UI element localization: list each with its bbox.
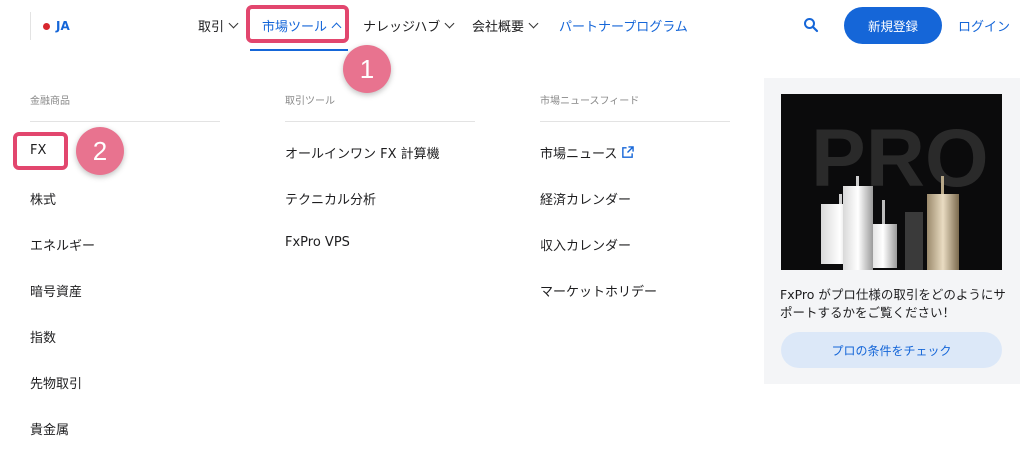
japan-flag-icon <box>43 22 50 30</box>
menu-column-financial-products: 金融商品 <box>30 92 220 122</box>
menu-item-economic-calendar[interactable]: 経済カレンダー <box>540 189 631 208</box>
nav-knowledge-hub[interactable]: ナレッジハブ <box>363 16 455 35</box>
promo-description: FxPro がプロ仕様の取引をどのようにサポートするかをご覧ください！ <box>780 287 1006 320</box>
menu-column-trading-tools: 取引ツール <box>285 92 475 122</box>
column-title: 取引ツール <box>285 92 475 122</box>
menu-item-crypto[interactable]: 暗号資産 <box>30 281 82 300</box>
promo-image: PRO <box>781 94 1002 270</box>
menu-item-stocks[interactable]: 株式 <box>30 189 56 208</box>
menu-item-metals[interactable]: 貴金属 <box>30 419 69 438</box>
menu-item-earnings-calendar[interactable]: 収入カレンダー <box>540 235 631 254</box>
step-badge-2: 2 <box>76 127 124 175</box>
column-title: 金融商品 <box>30 92 220 122</box>
nav-knowledge-hub-label: ナレッジハブ <box>363 20 441 35</box>
nav-partner-program[interactable]: パートナープログラム <box>559 16 688 35</box>
language-label: JA <box>56 19 70 33</box>
nav-company-label: 会社概要 <box>472 20 525 35</box>
active-nav-underline <box>250 49 348 51</box>
nav-trade[interactable]: 取引 <box>198 16 239 35</box>
highlight-box-market-tools <box>246 5 349 43</box>
menu-item-fx[interactable]: FX <box>30 143 46 158</box>
menu-item-technical-analysis[interactable]: テクニカル分析 <box>285 189 376 208</box>
menu-item-vps[interactable]: FxPro VPS <box>285 235 350 250</box>
top-header: JA 取引 市場ツール ナレッジハブ 会社概要 パートナープログラム 新規登録 … <box>0 0 1024 52</box>
register-button[interactable]: 新規登録 <box>844 7 942 44</box>
chevron-down-icon <box>528 18 539 29</box>
promo-card: PRO FxPro がプロ仕様の取引をどのようにサポートするかをご覧ください！ … <box>764 78 1020 384</box>
candlestick-illustration: PRO <box>811 113 989 270</box>
nav-company[interactable]: 会社概要 <box>472 16 539 35</box>
menu-column-market-news: 市場ニュースフィード <box>540 92 730 122</box>
column-title: 市場ニュースフィード <box>540 92 730 122</box>
menu-item-market-holidays[interactable]: マーケットホリデー <box>540 281 657 300</box>
search-icon[interactable] <box>803 17 819 33</box>
nav-trade-label: 取引 <box>198 20 225 35</box>
menu-item-indices[interactable]: 指数 <box>30 327 56 346</box>
menu-item-futures[interactable]: 先物取引 <box>30 373 82 392</box>
check-pro-conditions-button[interactable]: プロの条件をチェック <box>781 332 1002 368</box>
chevron-down-icon <box>444 18 455 29</box>
menu-item-market-news[interactable]: 市場ニュース <box>540 143 635 162</box>
language-selector[interactable]: JA <box>30 12 70 40</box>
menu-item-energy[interactable]: エネルギー <box>30 235 95 254</box>
menu-item-fx-calculator[interactable]: オールインワン FX 計算機 <box>285 143 440 162</box>
nav-partner-program-label: パートナープログラム <box>559 20 688 35</box>
promo-image-text: PRO <box>811 113 989 204</box>
menu-item-market-news-label: 市場ニュース <box>540 147 618 162</box>
step-badge-1: 1 <box>343 45 391 93</box>
external-link-icon <box>622 146 635 158</box>
login-link[interactable]: ログイン <box>958 16 1010 35</box>
chevron-down-icon <box>228 18 239 29</box>
